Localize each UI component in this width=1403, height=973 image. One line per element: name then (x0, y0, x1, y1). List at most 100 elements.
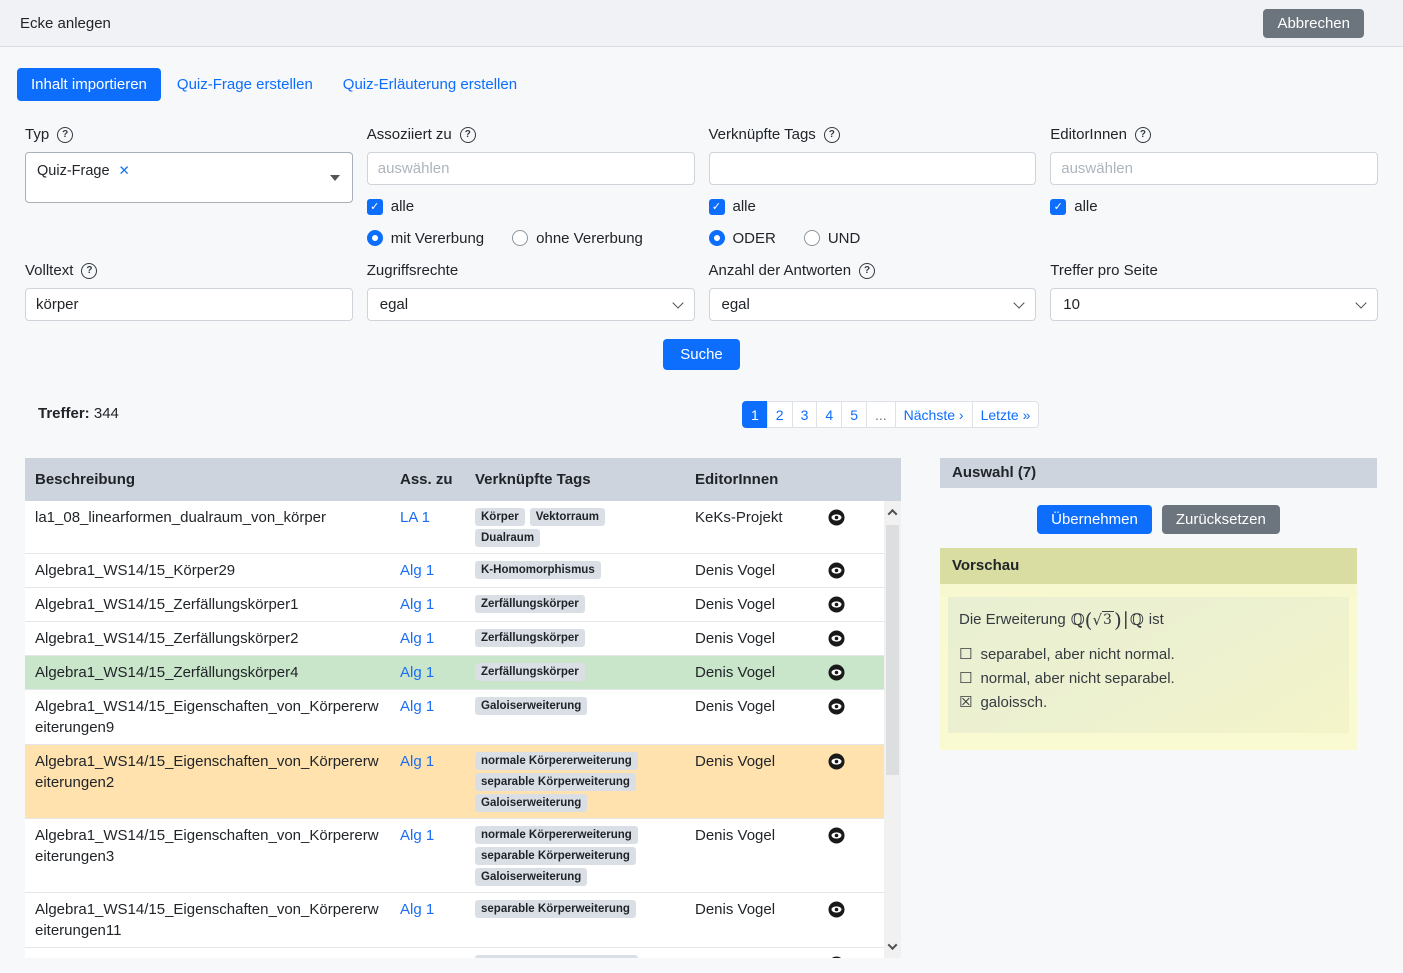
apply-button[interactable]: Übernehmen (1037, 505, 1152, 534)
editors-alle-checkbox[interactable] (1050, 199, 1066, 215)
ohne-vererbung-radio[interactable] (512, 230, 528, 246)
cancel-button[interactable]: Abbrechen (1263, 9, 1364, 38)
row-editor: Denis Vogel (680, 594, 805, 615)
table-row[interactable]: Algebra1_WS14/15_Eigenschaften_von_Körpe… (25, 745, 901, 819)
tab-quiz-frage-erstellen[interactable]: Quiz-Frage erstellen (163, 68, 327, 101)
reset-button[interactable]: Zurücksetzen (1162, 505, 1280, 534)
assoc-link[interactable]: LA 1 (400, 509, 430, 526)
scrollbar-thumb[interactable] (886, 525, 899, 775)
pagination-page[interactable]: 4 (816, 401, 842, 428)
row-editor: Denis Vogel (680, 825, 805, 846)
antworten-help-icon[interactable]: ? (859, 263, 875, 279)
table-row[interactable]: Algebra1_WS14/15_Eigenschaften_von_Körpe… (25, 690, 901, 745)
row-description: Algebra1_WS14/15_Eigenschaften_von_Körpe… (35, 751, 390, 793)
tag-badge: separable Körperweiterung (475, 900, 636, 918)
filter-treffer-pro-seite: Treffer pro Seite 10 (1050, 261, 1378, 321)
tag-badge: Zerfällungskörper (475, 629, 585, 647)
preview-icon[interactable] (828, 698, 845, 715)
scroll-up-icon[interactable] (884, 504, 901, 521)
table-body: la1_08_linearformen_dualraum_von_körperL… (25, 501, 901, 958)
table-row[interactable]: Algebra1_WS14/15_Zerfällungskörper1Alg 1… (25, 588, 901, 622)
tab-quiz-erlaeuterung-erstellen[interactable]: Quiz-Erläuterung erstellen (329, 68, 531, 101)
pagination-page[interactable]: 5 (841, 401, 867, 428)
preview-question: Die Erweiterung ℚ(√3)|ℚ ist ☐separabel, … (948, 597, 1349, 733)
mit-vererbung-radio[interactable] (367, 230, 383, 246)
table-row[interactable]: Algebra1_WS14/15_Eigenschaften_von_Körpe… (25, 893, 901, 948)
typ-help-icon[interactable]: ? (57, 127, 73, 143)
tag-badge: K-Homomorphismus (475, 561, 601, 579)
tab-bar: Inhalt importieren Quiz-Frage erstellen … (17, 68, 1403, 101)
scroll-down-icon[interactable] (884, 938, 901, 955)
assoc-link[interactable]: Alg 1 (400, 562, 434, 579)
filter-typ: Typ ? Quiz-Frage ✕ (25, 125, 353, 247)
search-button[interactable]: Suche (663, 339, 740, 370)
assoc-link[interactable]: Alg 1 (400, 664, 434, 681)
preview-icon[interactable] (828, 562, 845, 579)
tag-badge: Galoiserweiterung (475, 794, 587, 812)
zugriffsrechte-select[interactable]: egal (367, 288, 695, 321)
results-count: Treffer: 344 (38, 405, 119, 422)
pagination-next[interactable]: Nächste › (895, 401, 973, 428)
table-row[interactable]: la1_08_linearformen_dualraum_von_körperL… (25, 501, 901, 554)
assoc-link[interactable]: Alg 1 (400, 596, 434, 613)
row-editor: Denis Vogel (680, 696, 805, 717)
assoc-link[interactable]: Alg 1 (400, 630, 434, 647)
editors-input[interactable] (1050, 152, 1378, 185)
row-editor: Denis Vogel (680, 628, 805, 649)
assoc-link[interactable]: Alg 1 (400, 698, 434, 715)
typ-multiselect[interactable]: Quiz-Frage ✕ (25, 152, 353, 203)
antworten-select[interactable]: egal (709, 288, 1037, 321)
preview-icon[interactable] (828, 630, 845, 647)
volltext-input[interactable] (25, 288, 353, 321)
volltext-label: Volltext (25, 262, 73, 279)
row-tags: normale Körpererweiterungseparable Körpe… (465, 825, 680, 886)
tag-badge: Galoiserweiterung (475, 868, 587, 886)
preview-icon[interactable] (828, 753, 845, 770)
preview-icon[interactable] (828, 596, 845, 613)
table-row[interactable]: Algebra1_WS14/15_Zerfällungskörper4Alg 1… (25, 656, 901, 690)
assoc-link[interactable]: Alg 1 (400, 753, 434, 770)
row-tags: separable Körperweiterung (465, 899, 680, 918)
assoc-link[interactable]: Alg 1 (400, 901, 434, 918)
preview-icon[interactable] (828, 664, 845, 681)
tags-input[interactable] (709, 152, 1037, 185)
sqrt-expression: √3 (1092, 611, 1113, 629)
pagination-page[interactable]: 2 (767, 401, 793, 428)
filter-panel: Typ ? Quiz-Frage ✕ Assoziiert zu ? alle … (25, 125, 1378, 321)
volltext-help-icon[interactable]: ? (81, 263, 97, 279)
assoc-link[interactable]: Alg 1 (400, 827, 434, 844)
chip-remove-icon[interactable]: ✕ (119, 163, 130, 179)
tags-alle-checkbox[interactable] (709, 199, 725, 215)
row-description: Algebra1_WS14/15_Zerfällungskörper2 (35, 628, 390, 649)
assoziiert-input[interactable] (367, 152, 695, 185)
preview-icon[interactable] (828, 956, 845, 958)
tag-badge: Zerfällungskörper (475, 595, 585, 613)
assoziiert-help-icon[interactable]: ? (460, 127, 476, 143)
math-expression: ℚ(√3)|ℚ (1071, 610, 1144, 629)
tag-badge: normale Körpererweiterung (475, 826, 638, 844)
und-radio[interactable] (804, 230, 820, 246)
row-editor: Denis Vogel (680, 954, 805, 958)
pagination-page[interactable]: 1 (742, 401, 768, 428)
preview-icon[interactable] (828, 509, 845, 526)
table-scrollbar[interactable] (884, 501, 901, 958)
oder-radio[interactable] (709, 230, 725, 246)
pagination-page[interactable]: 3 (792, 401, 818, 428)
table-row[interactable]: Algebra1_WS14/15_Körper29Alg 1K-Homomorp… (25, 554, 901, 588)
treffer-pro-seite-select[interactable]: 10 (1050, 288, 1378, 321)
tags-help-icon[interactable]: ? (824, 127, 840, 143)
preview-icon[interactable] (828, 827, 845, 844)
preview-icon[interactable] (828, 901, 845, 918)
assoziiert-alle-checkbox[interactable] (367, 199, 383, 215)
filter-volltext: Volltext ? (25, 261, 353, 321)
tag-badge: Zerfällungskörper (475, 663, 585, 681)
table-row[interactable]: Algebra1_WS14/15_Eigenschaften_von_Körpe… (25, 819, 901, 893)
assoc-link[interactable]: Alg 1 (400, 956, 434, 958)
tab-inhalt-importieren[interactable]: Inhalt importieren (17, 68, 161, 101)
pagination-last[interactable]: Letzte » (972, 401, 1040, 428)
row-description: Algebra1_WS14/15_Eigenschaften_von_Körpe… (35, 696, 390, 738)
editors-help-icon[interactable]: ? (1135, 127, 1151, 143)
table-row[interactable]: Algebra1_WS14/15_Zerfällungskörper2 Alg 1… (25, 622, 901, 656)
unchecked-checkbox-icon: ☐ (959, 668, 972, 689)
table-row[interactable]: Algebra1_WS14/15_Eigenschaften_von_Körpe… (25, 948, 901, 958)
